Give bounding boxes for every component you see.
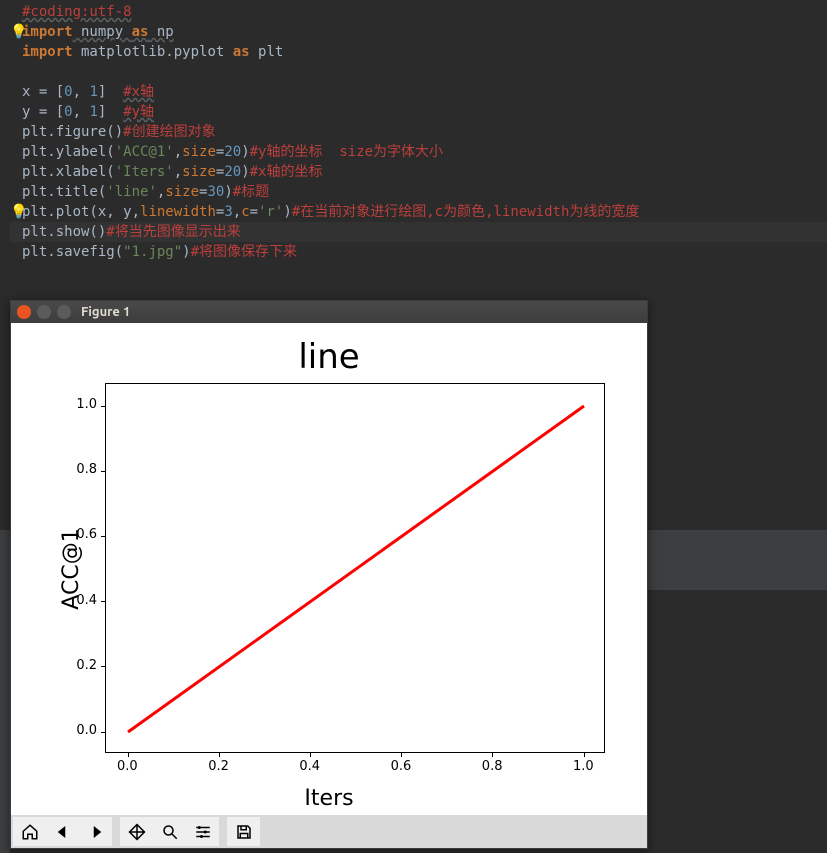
code-comment: #在当前对象进行绘图,c为颜色,linewidth为线的宽度 <box>292 204 640 220</box>
maximize-icon[interactable] <box>57 305 71 319</box>
code-text: plt.plot(x, y, <box>22 204 140 220</box>
x-tick-label: 0.0 <box>117 759 138 774</box>
code-comment: #coding:utf-8 <box>22 4 132 20</box>
gutter-lamp[interactable]: 💡 <box>10 202 22 222</box>
chart-line <box>106 384 606 754</box>
forward-icon[interactable] <box>79 817 112 846</box>
code-text: = [ <box>39 84 64 100</box>
code-text: ] <box>98 84 123 100</box>
code-text: ] <box>98 104 123 120</box>
code-kw: linewidth <box>140 204 216 220</box>
code-text: numpy <box>73 24 132 40</box>
code-text: plt <box>250 44 284 60</box>
y-tick-label: 0.2 <box>76 658 97 673</box>
x-tick-label: 0.8 <box>482 759 503 774</box>
code-text: ) <box>283 204 291 220</box>
code-num: 20 <box>224 164 241 180</box>
back-icon[interactable] <box>46 817 79 846</box>
code-num: 0 <box>64 84 72 100</box>
kw-as: as <box>233 44 250 60</box>
code-num: 30 <box>207 184 224 200</box>
code-comment: #x轴 <box>123 84 154 100</box>
code-text: = [ <box>39 104 64 120</box>
code-text: ) <box>182 244 190 260</box>
figure-window[interactable]: Figure 1 line ACC@1 Iters 0.00.20.40.60.… <box>10 300 648 849</box>
close-icon[interactable] <box>17 305 31 319</box>
code-text: ) <box>241 164 249 180</box>
mpl-toolbar <box>11 815 647 848</box>
code-string: 'r' <box>258 204 283 220</box>
code-kw: c <box>241 204 249 220</box>
code-text: plt.savefig( <box>22 244 123 260</box>
code-comment: #创建绘图对象 <box>123 124 215 140</box>
x-tick-label: 0.2 <box>208 759 229 774</box>
code-text: matplotlib.pyplot <box>73 44 233 60</box>
minimize-icon[interactable] <box>37 305 51 319</box>
code-comment: #将图像保存下来 <box>191 244 297 260</box>
save-icon[interactable] <box>227 817 260 846</box>
pan-icon[interactable] <box>120 817 153 846</box>
code-text: , <box>174 144 182 160</box>
code-kw: size <box>182 144 216 160</box>
code-num: 3 <box>224 204 232 220</box>
code-kw: size <box>182 164 216 180</box>
plot-area <box>105 383 605 753</box>
gutter-lamp: 💡 <box>10 22 22 42</box>
y-tick-label: 0.8 <box>76 462 97 477</box>
window-title: Figure 1 <box>81 305 130 319</box>
code-comment: #标题 <box>233 184 269 200</box>
y-tick-label: 0.0 <box>76 723 97 738</box>
code-text: plt.ylabel( <box>22 144 115 160</box>
x-tick-label: 0.4 <box>299 759 320 774</box>
code-text: ) <box>241 144 249 160</box>
chart-title: line <box>298 337 359 377</box>
code-string: 'ACC@1' <box>115 144 174 160</box>
code-text: plt.figure() <box>22 124 123 140</box>
zoom-icon[interactable] <box>153 817 186 846</box>
x-axis-label: Iters <box>304 786 353 811</box>
x-tick-label: 0.6 <box>391 759 412 774</box>
code-comment: #y轴 <box>123 104 154 120</box>
y-tick-label: 0.6 <box>76 527 97 542</box>
code-num: 0 <box>64 104 72 120</box>
x-tick-label: 1.0 <box>573 759 594 774</box>
code-text: plt.title( <box>22 184 106 200</box>
code-num: 1 <box>89 84 97 100</box>
y-tick-label: 1.0 <box>76 397 97 412</box>
kw-import: import <box>22 44 73 60</box>
code-text: ) <box>224 184 232 200</box>
code-kw: size <box>165 184 199 200</box>
code-editor[interactable]: #coding:utf-8 💡import numpy as np import… <box>0 0 827 262</box>
code-text: plt.show() <box>22 224 106 240</box>
kw-import: import <box>22 24 73 40</box>
y-tick-label: 0.4 <box>76 593 97 608</box>
code-text: , <box>233 204 241 220</box>
code-text: = <box>250 204 258 220</box>
code-string: 'Iters' <box>115 164 174 180</box>
code-string: "1.jpg" <box>123 244 182 260</box>
plot-canvas: line ACC@1 Iters 0.00.20.40.60.81.00.00.… <box>11 323 647 815</box>
code-comment: #将当先图像显示出来 <box>106 224 240 240</box>
code-text: , <box>73 84 90 100</box>
code-text: , <box>174 164 182 180</box>
code-num: 1 <box>89 104 97 120</box>
code-text: np <box>148 24 173 40</box>
configure-icon[interactable] <box>186 817 219 846</box>
code-num: 20 <box>224 144 241 160</box>
code-string: 'line' <box>106 184 157 200</box>
code-text: plt.xlabel( <box>22 164 115 180</box>
code-comment: #x轴的坐标 <box>250 164 323 180</box>
home-icon[interactable] <box>13 817 46 846</box>
code-text: y <box>22 104 39 120</box>
code-text: x <box>22 84 39 100</box>
code-comment: #y轴的坐标 size为字体大小 <box>250 144 443 160</box>
window-titlebar[interactable]: Figure 1 <box>11 301 647 323</box>
kw-as: as <box>132 24 149 40</box>
code-text: , <box>73 104 90 120</box>
